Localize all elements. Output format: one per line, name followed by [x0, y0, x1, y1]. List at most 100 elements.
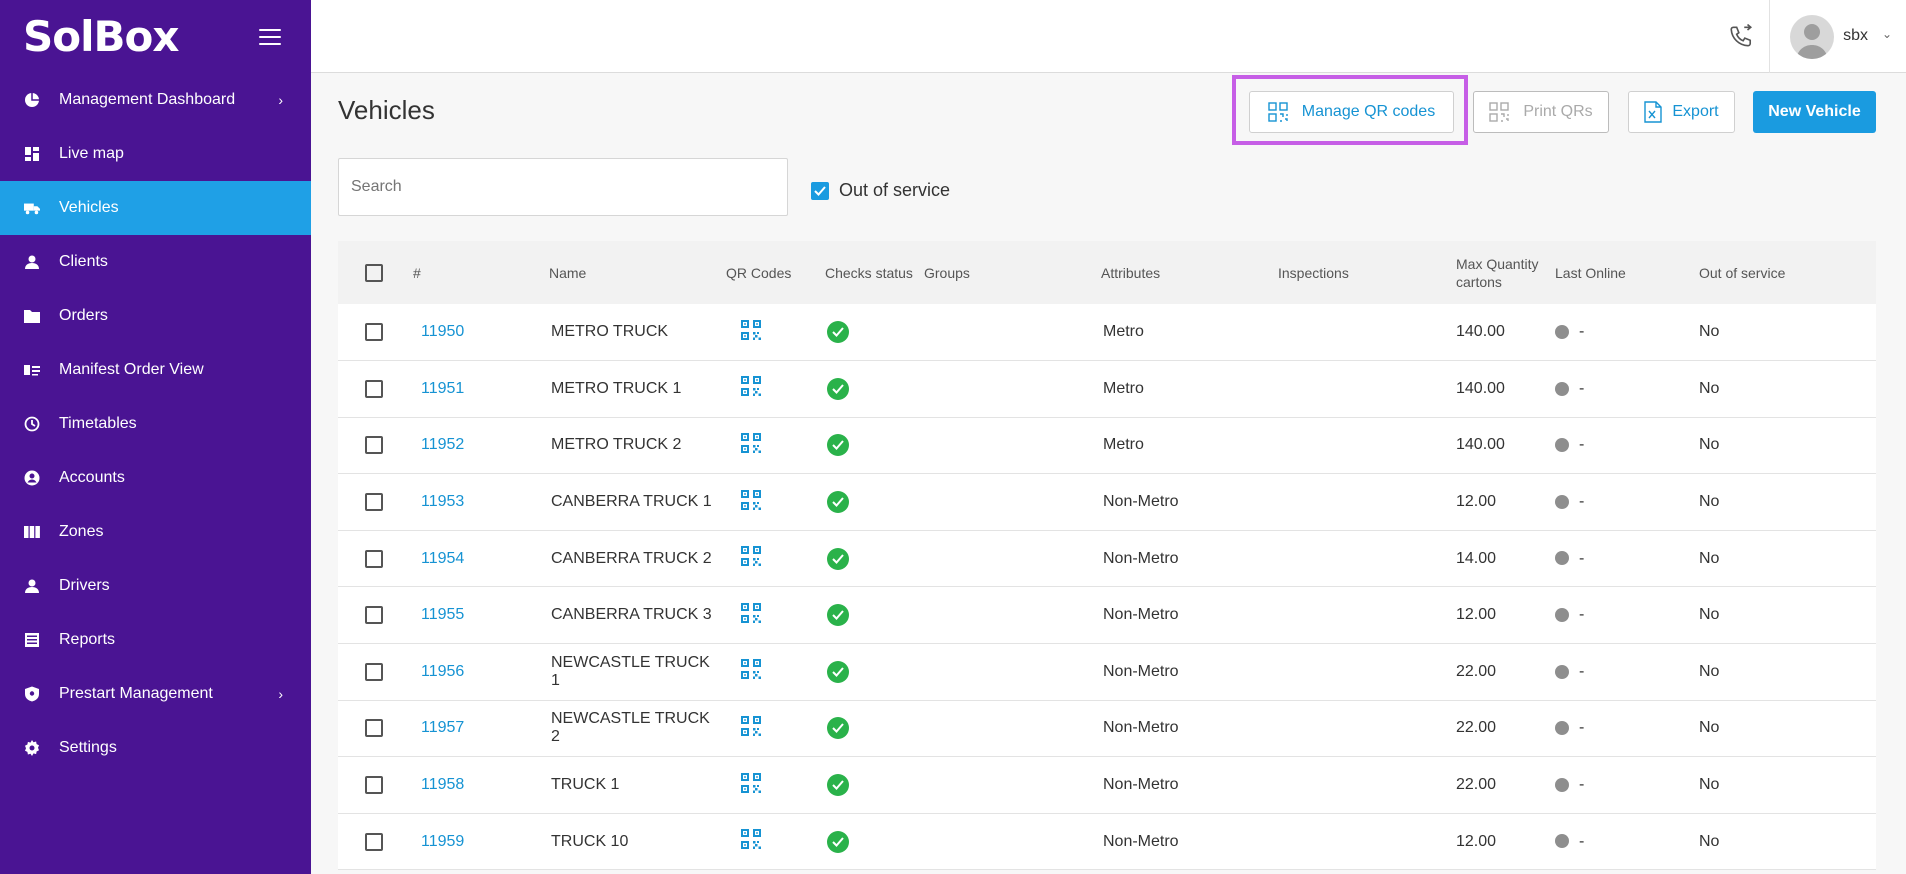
logo-area: SolBox: [0, 0, 311, 73]
qr-code-icon[interactable]: [740, 828, 762, 850]
check-circle-icon: [827, 321, 849, 344]
sidebar-item-timetables[interactable]: Timetables: [0, 397, 311, 451]
offline-status-dot: [1555, 438, 1569, 453]
vehicle-out-of-service: No: [1699, 493, 1720, 511]
vehicle-name: METRO TRUCK 1: [551, 379, 682, 397]
hamburger-menu-icon[interactable]: [259, 28, 281, 45]
vehicle-id-link[interactable]: 11951: [421, 380, 464, 397]
vehicle-id-link[interactable]: 11950: [421, 323, 464, 340]
sidebar-item-label: Reports: [59, 631, 116, 648]
sidebar-item-accounts[interactable]: Accounts: [0, 451, 311, 505]
qr-code-icon[interactable]: [740, 375, 762, 397]
row-checkbox[interactable]: [365, 379, 383, 398]
folder-icon: [24, 308, 40, 324]
sidebar-item-management-dashboard[interactable]: Management Dashboard ›: [0, 73, 311, 127]
sidebar-item-orders[interactable]: Orders: [0, 289, 311, 343]
sidebar-item-label: Zones: [59, 523, 104, 540]
qr-code-icon[interactable]: [740, 602, 762, 624]
chevron-down-icon[interactable]: ⌄: [1882, 27, 1892, 41]
select-all-checkbox[interactable]: [365, 264, 383, 283]
sidebar-item-settings[interactable]: Settings: [0, 721, 311, 775]
vehicle-inspections: [1274, 530, 1452, 587]
check-circle-icon: [827, 717, 849, 740]
sidebar-item-drivers[interactable]: Drivers: [0, 559, 311, 613]
qr-code-icon[interactable]: [740, 545, 762, 567]
phone-forward-icon[interactable]: [1728, 24, 1754, 50]
vehicle-id-link[interactable]: 11953: [421, 493, 464, 510]
sidebar-item-manifest-order-view[interactable]: Manifest Order View: [0, 343, 311, 397]
vehicle-id-link[interactable]: 11957: [421, 719, 464, 736]
table-row[interactable]: 11950 METRO TRUCK Metro 140.00 - No: [338, 304, 1876, 361]
sidebar-item-prestart-management[interactable]: Prestart Management ›: [0, 667, 311, 721]
col-header-id[interactable]: #: [398, 241, 545, 304]
sidebar-item-label: Clients: [59, 253, 108, 270]
table-body: 11950 METRO TRUCK Metro 140.00 - No 11951 METRO…: [338, 304, 1876, 870]
export-button[interactable]: Export: [1628, 91, 1735, 133]
table-row[interactable]: 11957 NEWCASTLE TRUCK 2 Non-Metro 22.00 - No: [338, 700, 1876, 757]
table-row[interactable]: 11955 CANBERRA TRUCK 3 Non-Metro 12.00 - No: [338, 587, 1876, 644]
vehicle-max-quantity: 12.00: [1456, 606, 1497, 624]
sidebar-item-zones[interactable]: Zones: [0, 505, 311, 559]
solbox-logo[interactable]: SolBox: [23, 12, 179, 61]
username[interactable]: sbx: [1843, 27, 1868, 45]
col-header-last-online[interactable]: Last Online: [1551, 241, 1695, 304]
row-checkbox[interactable]: [365, 549, 383, 568]
col-header-out-of-service[interactable]: Out of service: [1695, 241, 1876, 304]
vehicle-attributes: Metro: [1103, 436, 1144, 454]
offline-status-dot: [1555, 777, 1569, 792]
sidebar-item-clients[interactable]: Clients: [0, 235, 311, 289]
row-checkbox[interactable]: [365, 775, 383, 794]
table-row[interactable]: 11951 METRO TRUCK 1 Metro 140.00 - No: [338, 361, 1876, 418]
avatar[interactable]: [1790, 15, 1834, 59]
vehicle-last-online: -: [1579, 606, 1585, 624]
col-header-checks-status: Checks status: [825, 264, 913, 281]
search-input[interactable]: [338, 158, 788, 216]
sidebar: SolBox Management Dashboard › Live map Vehi…: [0, 0, 311, 874]
vehicle-last-online: -: [1579, 436, 1585, 454]
row-checkbox[interactable]: [365, 322, 383, 341]
vehicle-id-link[interactable]: 11954: [421, 550, 464, 567]
row-checkbox[interactable]: [365, 832, 383, 851]
qr-code-icon[interactable]: [740, 432, 762, 454]
qr-code-icon[interactable]: [740, 772, 762, 794]
qr-code-icon[interactable]: [740, 658, 762, 680]
vehicle-id-link[interactable]: 11958: [421, 776, 464, 793]
table-row[interactable]: 11952 METRO TRUCK 2 Metro 140.00 - No: [338, 417, 1876, 474]
sidebar-item-label: Prestart Management: [59, 685, 213, 702]
vehicle-id-link[interactable]: 11952: [421, 436, 464, 453]
sidebar-item-reports[interactable]: Reports: [0, 613, 311, 667]
print-qrs-button[interactable]: Print QRs: [1473, 91, 1609, 133]
vehicle-out-of-service: No: [1699, 436, 1720, 454]
row-checkbox[interactable]: [365, 606, 383, 625]
sidebar-item-vehicles[interactable]: Vehicles: [0, 181, 311, 235]
sidebar-item-live-map[interactable]: Live map: [0, 127, 311, 181]
table-row[interactable]: 11954 CANBERRA TRUCK 2 Non-Metro 14.00 - No: [338, 530, 1876, 587]
col-header-name[interactable]: Name: [545, 241, 722, 304]
out-of-service-checkbox[interactable]: [811, 181, 829, 200]
table-row[interactable]: 11959 TRUCK 10 Non-Metro 12.00 - No: [338, 813, 1876, 870]
sidebar-item-label: Manifest Order View: [59, 361, 204, 378]
vehicle-groups: [920, 587, 1097, 644]
vehicle-last-online: -: [1579, 379, 1585, 397]
manage-qr-codes-button[interactable]: Manage QR codes: [1249, 91, 1454, 133]
vehicle-id-link[interactable]: 11959: [421, 833, 464, 850]
qr-code-icon[interactable]: [740, 489, 762, 511]
row-checkbox[interactable]: [365, 436, 383, 455]
new-vehicle-button[interactable]: New Vehicle: [1753, 91, 1876, 133]
vehicle-id-link[interactable]: 11956: [421, 663, 464, 680]
vehicle-id-link[interactable]: 11955: [421, 606, 464, 623]
vehicle-last-online: -: [1579, 662, 1585, 680]
qr-code-icon[interactable]: [740, 715, 762, 737]
vehicle-attributes: Non-Metro: [1103, 776, 1179, 794]
vehicle-groups: [920, 304, 1097, 361]
col-header-max-quantity[interactable]: Max Quantity cartons: [1452, 241, 1551, 304]
table-row[interactable]: 11956 NEWCASTLE TRUCK 1 Non-Metro 22.00 - No: [338, 644, 1876, 701]
qr-code-icon[interactable]: [740, 319, 762, 341]
out-of-service-filter[interactable]: Out of service: [811, 180, 950, 201]
table-row[interactable]: 11953 CANBERRA TRUCK 1 Non-Metro 12.00 - No: [338, 474, 1876, 531]
row-checkbox[interactable]: [365, 492, 383, 511]
row-checkbox[interactable]: [365, 719, 383, 738]
table-row[interactable]: 11958 TRUCK 1 Non-Metro 22.00 - No: [338, 757, 1876, 814]
gear-icon: [24, 740, 40, 756]
row-checkbox[interactable]: [365, 662, 383, 681]
